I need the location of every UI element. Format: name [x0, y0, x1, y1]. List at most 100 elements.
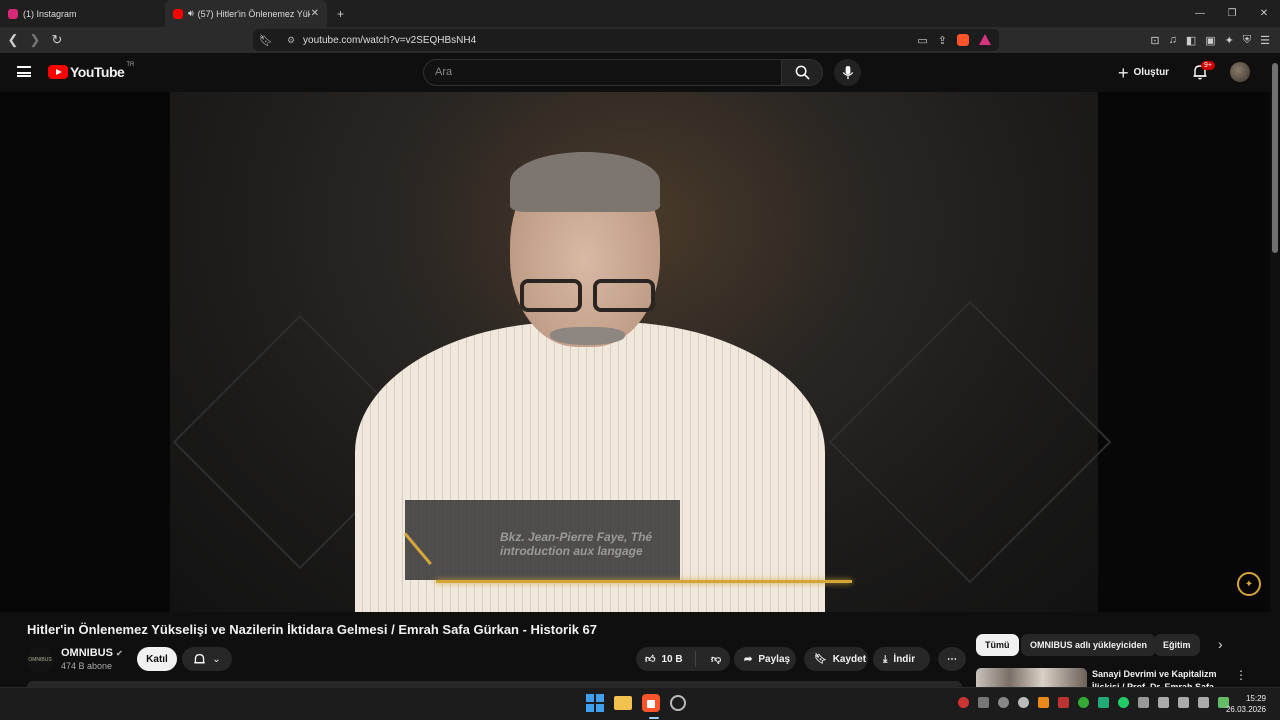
like-count: 10 B	[661, 653, 683, 665]
video-player[interactable]: Bkz. Jean-Pierre Faye, Thé introduction …	[0, 92, 1270, 612]
chevron-down-icon: ⌄	[212, 653, 221, 665]
tab-youtube-video[interactable]: 🔊︎ (57) Hitler'in Önlenemez Yük ✕	[165, 0, 327, 27]
app-icon[interactable]	[670, 695, 686, 711]
new-tab-button[interactable]: +	[337, 7, 344, 21]
tray-app-icon[interactable]	[1018, 697, 1029, 708]
download-label: İndir	[893, 653, 916, 665]
caption-accent-line	[436, 580, 852, 583]
media-icon[interactable]: ♫	[1169, 34, 1177, 47]
toolbar-extensions: ⊡ ♫ ◧ ▣ ✦ ⛨ ☰	[1150, 34, 1270, 47]
share-label: Paylaş	[758, 653, 791, 665]
back-button[interactable]: ❮	[4, 32, 22, 48]
speaker-icon[interactable]: 🔊︎	[188, 8, 194, 19]
display-icon[interactable]	[1178, 697, 1189, 708]
notification-badge: 9+	[1201, 61, 1215, 70]
verified-icon: ✔	[115, 649, 123, 658]
youtube-icon	[173, 8, 183, 19]
maximize-button[interactable]: ❐	[1216, 0, 1248, 27]
wallet-icon[interactable]: ▣	[1205, 34, 1215, 47]
tray-app-icon[interactable]	[1058, 697, 1069, 708]
tray-app-icon[interactable]	[978, 697, 989, 708]
download-button[interactable]: ⤓ İndir	[873, 647, 930, 671]
save-button[interactable]: 🔖︎ Kaydet	[804, 647, 868, 671]
channel-name[interactable]: OMNIBUS	[61, 647, 113, 659]
create-button[interactable]: + Oluştur	[1118, 61, 1169, 84]
microphone-icon[interactable]	[1158, 697, 1169, 708]
search-button[interactable]	[781, 59, 823, 86]
chip-from-uploader[interactable]: OMNIBUS adlı yükleyiciden	[1021, 634, 1157, 656]
user-avatar[interactable]	[1230, 62, 1250, 82]
tab-label: (1) Instagram	[23, 8, 77, 19]
leo-ai-icon[interactable]: ✦	[1225, 34, 1234, 47]
more-icon: ⋯	[947, 653, 957, 665]
browser-tab-bar: (1) Instagram 🔊︎ (57) Hitler'in Önleneme…	[0, 0, 1280, 27]
page-scrollbar[interactable]	[1270, 53, 1280, 687]
join-button[interactable]: Katıl	[137, 647, 177, 671]
scrollbar-thumb[interactable]	[1272, 63, 1278, 253]
active-app-indicator	[649, 717, 659, 719]
search-icon	[795, 65, 810, 80]
search-input[interactable]: Ara	[423, 59, 782, 86]
volume-icon[interactable]	[1198, 697, 1209, 708]
tab-instagram[interactable]: (1) Instagram	[0, 0, 165, 27]
menu-icon[interactable]: ☰	[1260, 34, 1270, 47]
screenshot-icon[interactable]: ⊡	[1150, 34, 1159, 47]
tray-app-icon[interactable]	[1138, 697, 1149, 708]
voice-search-button[interactable]	[834, 59, 861, 86]
forward-button[interactable]: ❯	[26, 32, 44, 48]
bookmark-icon: 🔖︎	[814, 653, 827, 665]
cast-icon[interactable]: ▭	[917, 34, 927, 47]
system-clock[interactable]: 15:29 26.03.2026	[1226, 693, 1266, 715]
close-window-button[interactable]: ✕	[1248, 0, 1280, 27]
like-button[interactable]: 👍︎ 10 B	[636, 651, 696, 667]
address-bar[interactable]: 🔖︎ ⚙ youtube.com/watch?v=v2SEQHBsNH4 ▭ ⇪	[253, 29, 999, 51]
channel-name-row[interactable]: OMNIBUS ✔	[61, 647, 123, 659]
tray-app-icon[interactable]	[1098, 697, 1109, 708]
site-info-icon[interactable]: ⚙	[287, 35, 295, 46]
vpn-icon[interactable]: ⛨	[1243, 34, 1251, 47]
windows-taskbar: 15:29 26.03.2026	[0, 687, 1280, 720]
youtube-logo[interactable]: YouTube TR	[48, 62, 134, 80]
brave-browser-icon[interactable]	[642, 694, 660, 712]
instagram-icon	[8, 8, 18, 19]
tray-app-icon[interactable]	[1038, 697, 1049, 708]
file-explorer-icon[interactable]	[614, 696, 632, 710]
tray-app-icon[interactable]	[1118, 697, 1129, 708]
youtube-header: YouTube TR Ara + Oluştur 9+	[0, 53, 1270, 92]
clock-time: 15:29	[1245, 694, 1266, 703]
recommendation-title[interactable]: Sanayi Devrimi ve Kapitalizm İlişkisi / …	[1092, 668, 1222, 687]
dislike-button[interactable]: 👎︎	[702, 653, 721, 665]
more-actions-button[interactable]: ⋯	[938, 647, 966, 671]
sidebar-icon[interactable]: ◧	[1186, 34, 1196, 47]
bookmark-icon[interactable]: 🔖︎	[259, 34, 273, 47]
start-button[interactable]	[586, 694, 604, 712]
url-text[interactable]: youtube.com/watch?v=v2SEQHBsNH4	[303, 35, 476, 46]
recommendation-thumbnail[interactable]	[976, 668, 1087, 687]
subscriber-count: 474 B abone	[61, 661, 113, 671]
share-button[interactable]: ➦ Paylaş	[734, 647, 796, 671]
youtube-play-icon	[48, 65, 68, 79]
window-controls: — ❐ ✕	[1184, 0, 1280, 27]
subscription-bell-button[interactable]: ⌄	[182, 647, 232, 671]
recommendation-menu-icon[interactable]: ⋮	[1235, 668, 1247, 682]
download-icon: ⤓	[883, 653, 888, 665]
save-label: Kaydet	[832, 653, 867, 665]
chip-all[interactable]: Tümü	[976, 634, 1019, 656]
tray-app-icon[interactable]	[1078, 697, 1089, 708]
minimize-button[interactable]: —	[1184, 0, 1216, 27]
chevron-right-icon[interactable]: ›	[1218, 636, 1223, 652]
channel-watermark-icon[interactable]: ✦	[1237, 572, 1261, 596]
thumbs-up-icon: 👍︎	[645, 654, 656, 665]
share-page-icon[interactable]: ⇪	[938, 34, 947, 47]
tray-app-icon[interactable]	[998, 697, 1009, 708]
brave-shields-icon[interactable]	[957, 33, 969, 46]
tray-app-icon[interactable]	[958, 697, 969, 708]
hamburger-menu-icon[interactable]	[17, 66, 31, 77]
reload-button[interactable]: ↻	[48, 32, 66, 48]
tab-label: (57) Hitler'in Önlenemez Yük	[197, 8, 310, 19]
close-tab-icon[interactable]: ✕	[311, 8, 319, 19]
brave-rewards-icon[interactable]	[979, 33, 991, 45]
thumbs-down-icon: 👎︎	[711, 654, 722, 665]
chip-education[interactable]: Eğitim	[1154, 634, 1200, 656]
channel-avatar[interactable]: OMNIBUS	[27, 647, 53, 673]
